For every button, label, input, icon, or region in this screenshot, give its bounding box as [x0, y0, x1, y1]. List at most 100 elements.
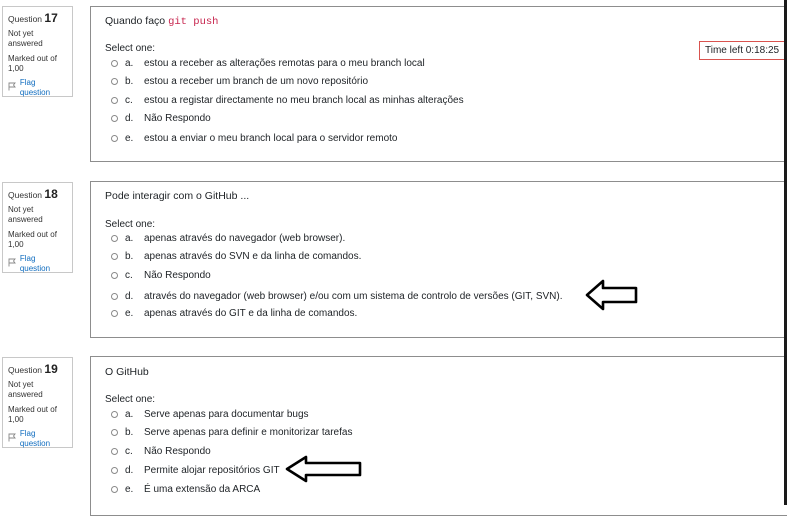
radio-button[interactable] [111, 310, 118, 317]
option-text: apenas através do GIT e da linha de coma… [144, 308, 358, 319]
option-text: É uma extensão da ARCA [144, 484, 261, 495]
option-letter: d. [125, 291, 134, 302]
radio-button[interactable] [111, 448, 118, 455]
radio-button[interactable] [111, 78, 118, 85]
option-letter: c. [125, 270, 133, 281]
question-state-line: answered [8, 214, 43, 224]
question-content-19: O GitHub Select one: a. Serve apenas par… [90, 356, 787, 516]
option-letter: a. [125, 58, 134, 69]
question-grade-line: Marked out of [8, 405, 57, 414]
question-label: Question [8, 190, 43, 200]
option-text: estou a receber as alterações remotas pa… [144, 58, 425, 69]
flag-icon [8, 258, 18, 270]
question-state-line: Not yet [8, 205, 34, 214]
option-text: apenas através do navegador (web browser… [144, 233, 346, 244]
question-text: Pode interagir com o GitHub ... [105, 190, 250, 202]
question-number: Question 17 [8, 12, 67, 25]
question-grade-line: 1,00 [8, 239, 24, 249]
option-text: Não Respondo [144, 270, 211, 281]
option-text: Não Respondo [144, 446, 211, 457]
question-number-value: 18 [44, 187, 58, 201]
question-number-value: 19 [44, 362, 58, 376]
question-content-17: Quando faço git push Select one: a. esto… [90, 6, 787, 162]
question-info-18: Question 18 Not yet answered Marked out … [2, 182, 73, 273]
answer-option-b[interactable]: b. apenas através do SVN e da linha de c… [111, 251, 361, 262]
select-one-prompt: Select one: [105, 394, 156, 405]
answer-option-c[interactable]: c. Não Respondo [111, 270, 211, 281]
radio-button[interactable] [111, 411, 118, 418]
answer-option-e[interactable]: e. apenas através do GIT e da linha de c… [111, 308, 357, 319]
option-text: através do navegador (web browser) e/ou … [144, 291, 563, 302]
option-letter: b. [125, 251, 134, 262]
option-letter: c. [125, 95, 133, 106]
option-letter: a. [125, 409, 134, 420]
answer-option-b[interactable]: b. estou a receber um branch de um novo … [111, 76, 368, 87]
arrow-left-icon [585, 279, 638, 311]
question-state: Not yet answered [8, 29, 67, 48]
question-state-line: Not yet [8, 380, 34, 389]
time-left-box: Time left 0:18:25 [699, 41, 787, 60]
question-content-18: Pode interagir com o GitHub ... Select o… [90, 181, 787, 338]
answer-option-a[interactable]: a. Serve apenas para documentar bugs [111, 409, 309, 420]
option-letter: d. [125, 113, 134, 124]
select-one-prompt: Select one: [105, 43, 156, 54]
flag-icon [8, 433, 18, 445]
question-state-line: answered [8, 389, 43, 399]
radio-button[interactable] [111, 293, 118, 300]
flag-question-link[interactable]: Flag question [8, 78, 67, 98]
radio-button[interactable] [111, 97, 118, 104]
question-state-line: Not yet [8, 29, 34, 38]
question-label: Question [8, 365, 43, 375]
question-grade: Marked out of 1,00 [8, 54, 67, 73]
answer-option-b[interactable]: b. Serve apenas para definir e monitoriz… [111, 427, 352, 438]
question-info-17: Question 17 Not yet answered Marked out … [2, 6, 73, 97]
radio-button[interactable] [111, 486, 118, 493]
option-letter: c. [125, 446, 133, 457]
radio-button[interactable] [111, 235, 118, 242]
question-number-value: 17 [44, 11, 58, 25]
answer-option-a[interactable]: a. estou a receber as alterações remotas… [111, 58, 425, 69]
answer-option-d[interactable]: d. através do navegador (web browser) e/… [111, 291, 563, 302]
question-number: Question 19 [8, 363, 67, 376]
radio-button[interactable] [111, 60, 118, 67]
radio-button[interactable] [111, 467, 118, 474]
answer-option-a[interactable]: a. apenas através do navegador (web brow… [111, 233, 345, 244]
question-grade-line: Marked out of [8, 230, 57, 239]
option-letter: e. [125, 484, 134, 495]
option-text: Permite alojar repositórios GIT [144, 465, 280, 476]
answer-option-e[interactable]: e. estou a enviar o meu branch local par… [111, 133, 397, 144]
answer-option-c[interactable]: c. Não Respondo [111, 446, 211, 457]
arrow-left-icon [285, 455, 362, 483]
radio-button[interactable] [111, 135, 118, 142]
answer-option-d[interactable]: d. Não Respondo [111, 113, 211, 124]
answer-option-d[interactable]: d. Permite alojar repositórios GIT [111, 465, 280, 476]
radio-button[interactable] [111, 429, 118, 436]
question-text-code: git push [168, 16, 219, 28]
question-number: Question 18 [8, 188, 67, 201]
radio-button[interactable] [111, 272, 118, 279]
flag-icon [8, 82, 18, 94]
option-text: Serve apenas para definir e monitorizar … [144, 427, 353, 438]
option-text: Serve apenas para documentar bugs [144, 409, 309, 420]
radio-button[interactable] [111, 115, 118, 122]
select-one-prompt: Select one: [105, 219, 156, 230]
option-letter: a. [125, 233, 134, 244]
flag-question-label: Flag question [19, 254, 51, 273]
option-letter: d. [125, 465, 134, 476]
flag-question-link[interactable]: Flag question [8, 254, 67, 274]
flag-question-link[interactable]: Flag question [8, 429, 67, 449]
radio-button[interactable] [111, 253, 118, 260]
option-letter: e. [125, 308, 134, 319]
question-grade-line: Marked out of [8, 54, 57, 63]
flag-question-label: Flag question [19, 78, 51, 97]
option-text: Não Respondo [144, 113, 211, 124]
question-grade: Marked out of 1,00 [8, 230, 67, 249]
question-state-line: answered [8, 38, 43, 48]
option-letter: b. [125, 427, 134, 438]
answer-option-e[interactable]: e. É uma extensão da ARCA [111, 484, 260, 495]
option-text: estou a registar directamente no meu bra… [144, 95, 464, 106]
answer-option-c[interactable]: c. estou a registar directamente no meu … [111, 95, 464, 106]
option-text: apenas através do SVN e da linha de coma… [144, 251, 362, 262]
flag-question-label: Flag question [19, 429, 51, 448]
time-left-label: Time left [705, 45, 743, 56]
